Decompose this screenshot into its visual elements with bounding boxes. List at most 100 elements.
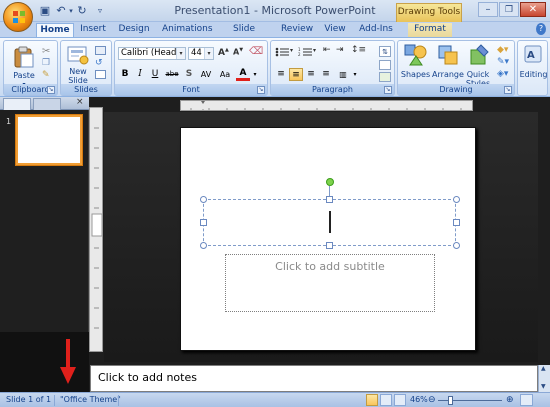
help-icon[interactable]: ? bbox=[536, 23, 546, 35]
office-button[interactable] bbox=[3, 2, 33, 32]
delete-slide-icon[interactable] bbox=[95, 70, 106, 79]
numbering-dropdown-icon[interactable]: ▾ bbox=[313, 47, 316, 54]
theme-name[interactable]: "Office Theme" bbox=[60, 393, 121, 407]
text-shadow-button[interactable]: S bbox=[182, 68, 196, 81]
change-case-button[interactable]: Aa bbox=[217, 68, 233, 81]
bullets-icon[interactable] bbox=[275, 47, 289, 57]
rotation-handle[interactable] bbox=[326, 178, 334, 186]
tab-design[interactable]: Design bbox=[116, 23, 152, 37]
clipboard-launcher-icon[interactable]: ↘ bbox=[47, 86, 55, 94]
notes-scrollbar[interactable]: ▲ ▼ bbox=[538, 365, 550, 392]
slide-thumbnail[interactable] bbox=[15, 114, 83, 166]
resize-handle-tr[interactable] bbox=[453, 196, 460, 203]
normal-view-icon[interactable] bbox=[366, 394, 378, 406]
close-icon[interactable]: ✕ bbox=[520, 2, 546, 17]
align-center-icon[interactable]: ≡ bbox=[289, 68, 303, 81]
close-pane-icon[interactable]: × bbox=[76, 97, 84, 107]
title-placeholder[interactable] bbox=[203, 199, 456, 246]
font-launcher-icon[interactable]: ↘ bbox=[257, 86, 265, 94]
shape-effects-icon[interactable]: ◈▾ bbox=[497, 69, 508, 79]
font-size-dropdown-icon[interactable]: ▾ bbox=[204, 48, 213, 59]
grow-font-icon[interactable]: A▲ bbox=[218, 47, 229, 58]
drawing-launcher-icon[interactable]: ↘ bbox=[504, 86, 512, 94]
paragraph-launcher-icon[interactable]: ↘ bbox=[384, 86, 392, 94]
outline-tab-icon[interactable] bbox=[33, 98, 61, 110]
slides-tab-icon[interactable] bbox=[3, 98, 31, 110]
shape-fill-icon[interactable]: ◆▾ bbox=[497, 45, 508, 55]
font-size-combo[interactable]: 44 ▾ bbox=[188, 47, 214, 60]
editing-label[interactable]: Editing bbox=[518, 70, 549, 79]
numbering-icon[interactable]: 12 bbox=[298, 47, 312, 57]
tab-insert[interactable]: Insert bbox=[78, 23, 108, 37]
editing-icon[interactable]: A bbox=[524, 45, 542, 63]
layout-icon[interactable] bbox=[95, 46, 106, 55]
quick-styles-icon[interactable] bbox=[469, 44, 489, 66]
italic-button[interactable]: I bbox=[133, 68, 147, 81]
tab-add-ins[interactable]: Add-Ins bbox=[358, 23, 394, 37]
cut-icon[interactable]: ✂ bbox=[42, 46, 50, 57]
font-name-dropdown-icon[interactable]: ▾ bbox=[176, 48, 185, 59]
font-color-button[interactable]: A bbox=[236, 68, 250, 81]
resize-handle-b[interactable] bbox=[326, 242, 333, 249]
resize-handle-l[interactable] bbox=[200, 219, 207, 226]
shape-outline-icon[interactable]: ✎▾ bbox=[497, 57, 509, 67]
justify-icon[interactable]: ≡ bbox=[319, 68, 333, 81]
text-direction-icon[interactable]: ⇅ bbox=[379, 46, 391, 57]
resize-handle-br[interactable] bbox=[453, 242, 460, 249]
zoom-slider-thumb[interactable] bbox=[447, 396, 453, 405]
shrink-font-icon[interactable]: A▼ bbox=[233, 47, 243, 57]
format-painter-icon[interactable]: ✎ bbox=[42, 70, 50, 80]
minimize-icon[interactable]: – bbox=[478, 2, 498, 17]
slide-sorter-view-icon[interactable] bbox=[380, 394, 392, 406]
columns-dropdown-icon[interactable]: ▾ bbox=[351, 68, 359, 81]
resize-handle-t[interactable] bbox=[326, 196, 333, 203]
zoom-out-icon[interactable]: ⊖ bbox=[428, 393, 436, 407]
shapes-icon[interactable] bbox=[404, 44, 428, 66]
tab-home[interactable]: Home bbox=[36, 23, 74, 37]
decrease-indent-icon[interactable]: ⇤ bbox=[323, 45, 331, 55]
columns-icon[interactable]: ▥ bbox=[336, 68, 350, 81]
bullets-dropdown-icon[interactable]: ▾ bbox=[290, 47, 293, 54]
status-separator bbox=[118, 395, 119, 406]
zoom-in-icon[interactable]: ⊕ bbox=[506, 393, 514, 407]
subtitle-placeholder[interactable]: Click to add subtitle bbox=[225, 254, 435, 312]
tab-format[interactable]: Format bbox=[408, 23, 452, 37]
new-slide-label[interactable]: New Slide bbox=[61, 67, 95, 85]
tab-review[interactable]: Review bbox=[280, 23, 314, 37]
slide-show-view-icon[interactable] bbox=[394, 394, 406, 406]
zoom-level[interactable]: 46% bbox=[410, 393, 428, 407]
tab-slide-show[interactable]: Slide Show bbox=[220, 23, 268, 47]
font-color-dropdown-icon[interactable]: ▾ bbox=[251, 68, 259, 81]
character-spacing-button[interactable]: AV bbox=[197, 68, 215, 81]
arrange-icon[interactable] bbox=[437, 44, 459, 66]
line-spacing-icon[interactable]: ↕≡ bbox=[351, 45, 366, 55]
align-left-icon[interactable]: ≡ bbox=[274, 68, 288, 81]
notes-pane[interactable]: Click to add notes bbox=[90, 365, 538, 392]
slide-canvas[interactable]: Click to add subtitle bbox=[180, 127, 476, 351]
fit-to-window-icon[interactable] bbox=[520, 394, 533, 406]
status-separator bbox=[54, 395, 55, 406]
restore-icon[interactable]: ❐ bbox=[499, 2, 519, 17]
resize-handle-tl[interactable] bbox=[200, 196, 207, 203]
tab-animations[interactable]: Animations bbox=[162, 23, 213, 37]
scroll-up-icon[interactable]: ▲ bbox=[541, 365, 546, 372]
bold-button[interactable]: B bbox=[118, 68, 132, 81]
paste-icon[interactable] bbox=[12, 45, 36, 69]
font-name-combo[interactable]: Calibri (Headings ▾ bbox=[118, 47, 186, 60]
increase-indent-icon[interactable]: ⇥ bbox=[336, 45, 344, 55]
resize-handle-r[interactable] bbox=[453, 219, 460, 226]
align-right-icon[interactable]: ≡ bbox=[304, 68, 318, 81]
strikethrough-button[interactable]: abe bbox=[163, 68, 181, 81]
reset-icon[interactable]: ↺ bbox=[95, 58, 103, 68]
new-slide-icon[interactable] bbox=[67, 45, 89, 65]
scroll-down-icon[interactable]: ▼ bbox=[541, 383, 546, 390]
resize-handle-bl[interactable] bbox=[200, 242, 207, 249]
copy-icon[interactable]: ❐ bbox=[42, 58, 50, 68]
align-text-icon[interactable] bbox=[379, 60, 391, 70]
paste-label[interactable]: Paste bbox=[6, 71, 42, 80]
tab-view[interactable]: View bbox=[322, 23, 348, 37]
underline-button[interactable]: U bbox=[148, 68, 162, 81]
clear-formatting-icon[interactable]: ⌫ bbox=[249, 46, 263, 57]
convert-to-smartart-icon[interactable] bbox=[379, 72, 391, 82]
status-bar: Slide 1 of 1 "Office Theme" 46% ⊖ ⊕ bbox=[0, 392, 550, 407]
